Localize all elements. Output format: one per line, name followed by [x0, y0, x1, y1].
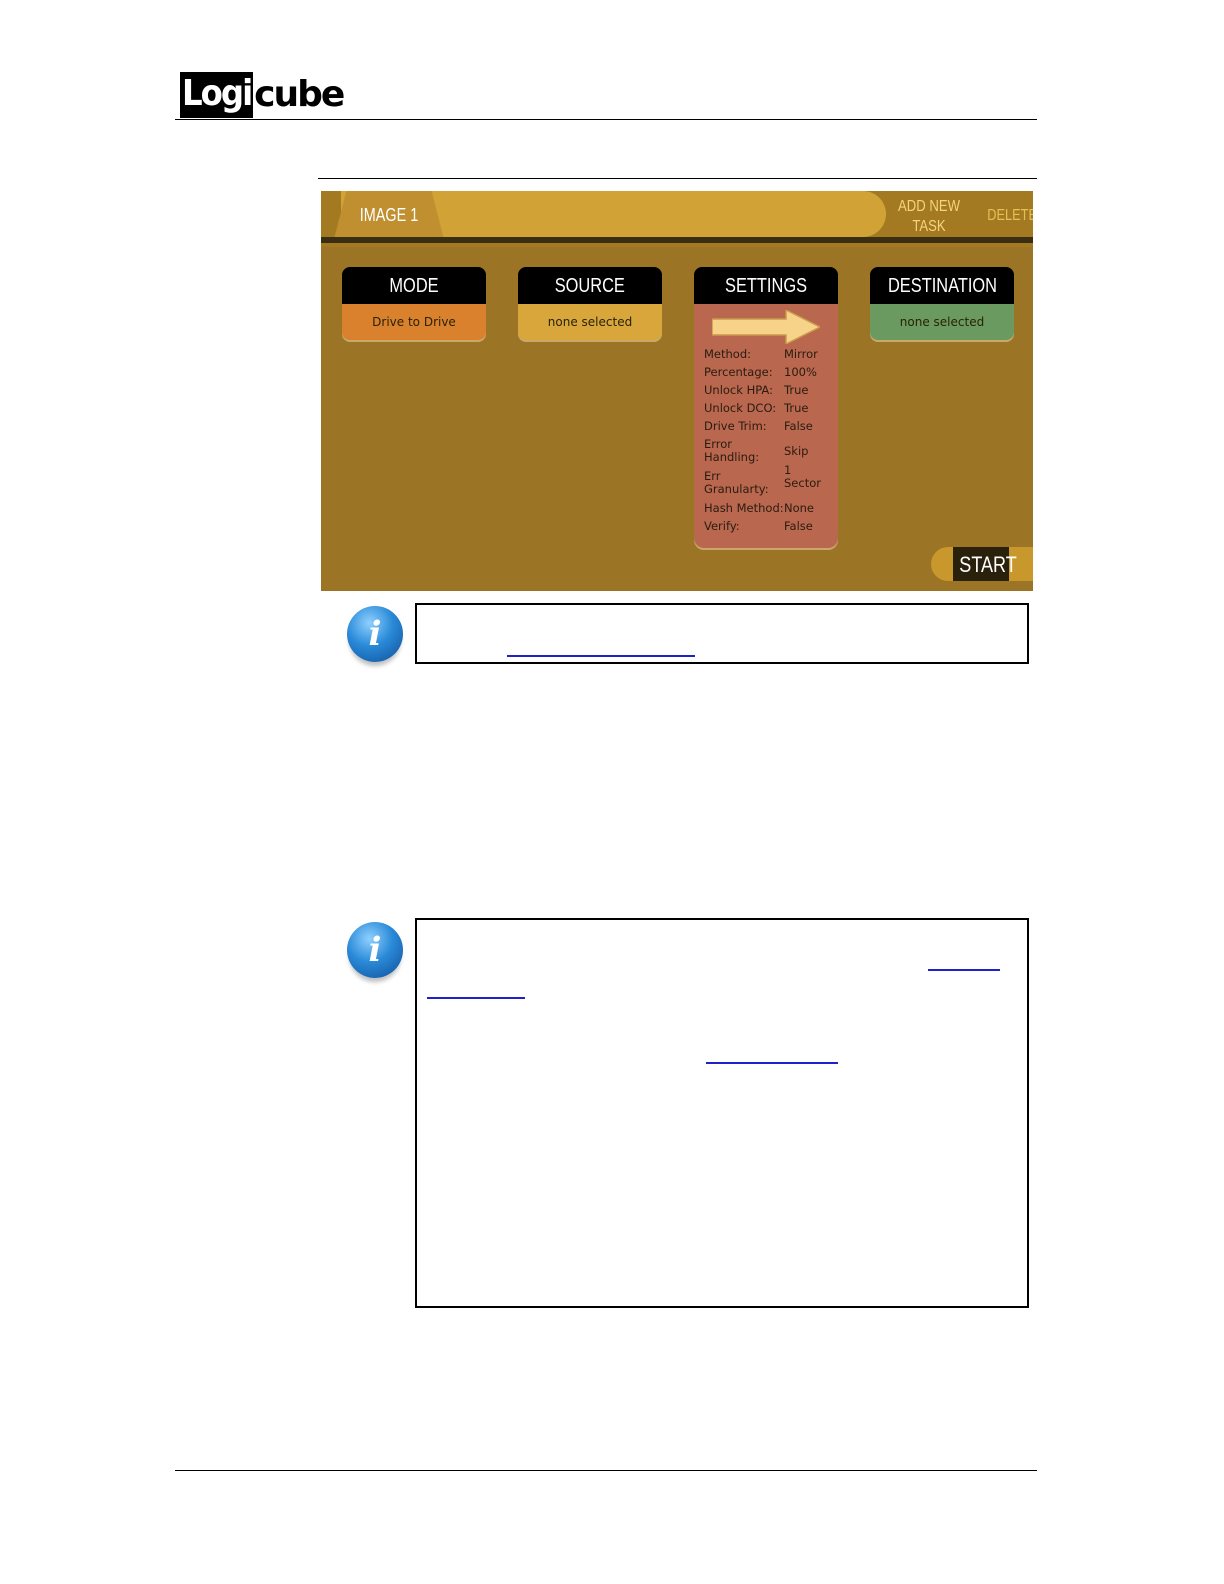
right-arrow-icon — [712, 310, 820, 344]
source-title: SOURCE — [518, 267, 662, 304]
settings-panel: Method: Mirror Percentage: 100% Unlock HPA… — [694, 304, 838, 548]
header-rule — [175, 119, 1037, 120]
info-icon: i — [347, 606, 403, 662]
destination-card[interactable]: DESTINATION none selected — [870, 267, 1014, 340]
note-link[interactable] — [706, 1062, 838, 1064]
add-task-line2: TASK — [912, 218, 946, 235]
logo-text: cube — [254, 74, 345, 115]
device-screen: IMAGE 1 ADD NEW TASK DELETE MODE Drive t… — [321, 191, 1033, 591]
mode-value: Drive to Drive — [342, 304, 486, 340]
logicube-logo: Logi cube — [180, 72, 345, 118]
mode-card[interactable]: MODE Drive to Drive — [342, 267, 486, 340]
start-button[interactable]: START — [953, 547, 1017, 581]
destination-value: none selected — [870, 304, 1014, 340]
mode-title: MODE — [342, 267, 486, 304]
add-new-task-button[interactable]: ADD NEW TASK — [896, 197, 962, 237]
delete-button[interactable]: DELETE — [987, 207, 1033, 225]
tab-label: IMAGE 1 — [359, 205, 419, 225]
footer-rule — [175, 1470, 1037, 1471]
source-card[interactable]: SOURCE none selected — [518, 267, 662, 340]
source-value: none selected — [518, 304, 662, 340]
top-bar: IMAGE 1 ADD NEW TASK DELETE — [321, 191, 1033, 247]
logo-boxed-text: Logi — [180, 72, 253, 118]
destination-title: DESTINATION — [870, 267, 1014, 304]
note-link[interactable] — [427, 997, 525, 999]
tab-image-1[interactable]: IMAGE 1 — [333, 191, 445, 243]
add-task-line1: ADD NEW — [898, 198, 960, 215]
note-link[interactable] — [928, 969, 1000, 971]
info-icon: i — [347, 922, 403, 978]
tab-edge — [321, 237, 1033, 243]
settings-title: SETTINGS — [694, 267, 838, 304]
section-rule — [318, 178, 1037, 179]
settings-card[interactable]: SETTINGS Method: Mirror Percentage: 100% U… — [694, 267, 838, 548]
start-bar: START — [931, 547, 1033, 581]
note-link[interactable] — [507, 655, 695, 657]
note-box — [415, 918, 1029, 1308]
